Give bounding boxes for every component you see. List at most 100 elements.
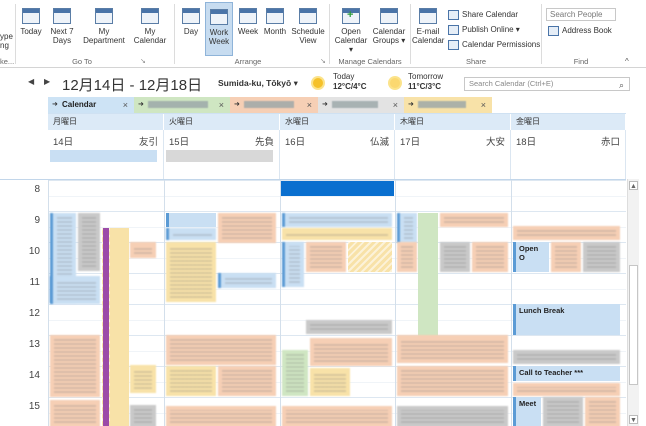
calendar-event[interactable]	[282, 406, 392, 426]
tab-close-icon[interactable]: ×	[219, 97, 224, 113]
view-month-button[interactable]: Month	[262, 2, 288, 56]
tab-close-icon[interactable]: ×	[307, 97, 312, 113]
calendar-event[interactable]	[306, 320, 392, 334]
calendar-event[interactable]	[310, 338, 392, 366]
search-calendar-input[interactable]: Search Calendar (Ctrl+E) ⌕	[464, 77, 630, 91]
calendar-event[interactable]	[282, 228, 392, 240]
calendar-event[interactable]	[397, 366, 508, 396]
calendar-event[interactable]	[397, 406, 508, 426]
event-open[interactable]: Open O	[513, 242, 549, 272]
calendar-event[interactable]	[585, 397, 620, 426]
calendar-event[interactable]	[50, 276, 100, 304]
address-book-button[interactable]: Address Book	[548, 25, 612, 37]
day-header-17[interactable]: 17日 大安	[395, 130, 511, 180]
ribbon-cut-group[interactable]: ype ng	[0, 2, 14, 56]
my-calendar-button[interactable]: My Calendar	[130, 2, 170, 56]
search-icon[interactable]: ⌕	[619, 79, 624, 91]
calendar-event[interactable]	[418, 213, 438, 337]
collapse-ribbon-icon[interactable]: ^	[625, 57, 629, 66]
tab-shared-calendar-1[interactable]: ➜ ×	[134, 97, 230, 113]
today-button[interactable]: Today	[17, 2, 45, 56]
tab-shared-calendar-2[interactable]: ➜ ×	[230, 97, 318, 113]
view-week-button[interactable]: Week	[235, 2, 261, 56]
tab-arrow-icon: ➜	[408, 101, 414, 108]
calendar-event[interactable]	[166, 366, 216, 396]
calendar-event[interactable]	[472, 242, 508, 272]
tab-shared-calendar-4[interactable]: ➜ ×	[404, 97, 492, 113]
calendar-event[interactable]	[218, 366, 276, 396]
calendar-event[interactable]	[543, 397, 583, 426]
calendar-event[interactable]	[583, 242, 620, 272]
selected-time-slot[interactable]	[281, 181, 394, 196]
calendar-groups-button[interactable]: Calendar Groups ▾	[371, 2, 407, 56]
calendar-event[interactable]	[282, 242, 304, 287]
calendar-event[interactable]	[513, 226, 620, 240]
day-header-16[interactable]: 16日 仏滅	[280, 130, 395, 180]
search-calendar-placeholder: Search Calendar (Ctrl+E)	[469, 79, 554, 88]
today-label: Today	[20, 27, 42, 36]
calendar-event[interactable]	[166, 335, 276, 365]
calendar-event[interactable]	[397, 213, 417, 243]
calendar-event[interactable]	[166, 213, 216, 227]
arrange-launcher-icon[interactable]: ↘	[320, 57, 326, 65]
calendar-event[interactable]	[50, 335, 100, 397]
share-calendar-button[interactable]: Share Calendar	[448, 9, 518, 21]
email-calendar-button[interactable]: E-mail Calendar	[412, 2, 444, 56]
calendar-event[interactable]	[513, 350, 620, 364]
calendar-event[interactable]	[348, 242, 392, 272]
calendar-event[interactable]	[310, 368, 350, 396]
day-header-18[interactable]: 18日 赤口	[511, 130, 626, 180]
calendar-event[interactable]	[130, 365, 156, 393]
previous-week-icon[interactable]: ◀	[28, 77, 34, 86]
event-meet[interactable]: Meet	[513, 397, 541, 426]
calendar-event[interactable]	[551, 242, 581, 272]
calendar-event[interactable]	[440, 213, 508, 227]
day-header-15[interactable]: 15日 先負	[164, 130, 280, 180]
calendar-event[interactable]	[282, 350, 308, 396]
calendar-event[interactable]	[218, 273, 276, 288]
view-work-week-button[interactable]: Work Week	[205, 2, 233, 56]
tab-calendar[interactable]: ➜ Calendar ×	[48, 97, 134, 113]
calendar-permissions-button[interactable]: Calendar Permissions	[448, 39, 540, 51]
calendar-event[interactable]	[166, 242, 216, 302]
calendar-event[interactable]	[166, 406, 276, 426]
calendar-event[interactable]	[110, 228, 129, 426]
vertical-scrollbar[interactable]: ▲ ▼	[627, 179, 639, 426]
calendar-event[interactable]	[306, 242, 346, 272]
tab-close-icon[interactable]: ×	[123, 97, 128, 113]
event-lunch-break[interactable]: Lunch Break	[513, 304, 620, 335]
half-hour-line	[48, 289, 626, 290]
open-calendar-button[interactable]: Open Calendar ▾	[332, 2, 370, 56]
calendar-event[interactable]	[50, 400, 100, 426]
calendar-event[interactable]	[218, 213, 276, 243]
all-day-event[interactable]	[50, 150, 157, 162]
calendar-event[interactable]	[103, 228, 109, 426]
tab-shared-calendar-3[interactable]: ➜ ×	[318, 97, 404, 113]
view-day-button[interactable]: Day	[178, 2, 204, 56]
calendar-event[interactable]	[166, 228, 216, 240]
scrollbar-thumb[interactable]	[629, 265, 638, 385]
calendar-event[interactable]	[513, 383, 620, 396]
schedule-view-button[interactable]: Schedule View	[289, 2, 327, 56]
scroll-down-icon[interactable]: ▼	[629, 415, 638, 424]
calendar-event[interactable]	[78, 213, 100, 271]
goto-launcher-icon[interactable]: ↘	[140, 57, 146, 65]
next-7-days-button[interactable]: Next 7 Days	[46, 2, 78, 56]
my-department-button[interactable]: My Department	[80, 2, 128, 56]
weather-location-dropdown[interactable]: Sumida-ku, Tōkyō ▾	[218, 78, 298, 89]
scroll-up-icon[interactable]: ▲	[629, 181, 638, 190]
calendar-event[interactable]	[397, 242, 417, 272]
calendar-event[interactable]	[130, 405, 156, 426]
calendar-event[interactable]	[440, 242, 470, 272]
all-day-event[interactable]	[166, 150, 273, 162]
event-call-to-teacher[interactable]: Call to Teacher ***	[513, 366, 620, 381]
publish-online-button[interactable]: Publish Online ▾	[448, 24, 520, 36]
day-header-14[interactable]: 14日 友引	[48, 130, 164, 180]
calendar-event[interactable]	[282, 213, 392, 227]
next-week-icon[interactable]: ▶	[44, 77, 50, 86]
calendar-event[interactable]	[130, 242, 156, 258]
tab-close-icon[interactable]: ×	[393, 97, 398, 113]
calendar-event[interactable]	[397, 335, 508, 363]
search-people-input[interactable]: Search People	[546, 8, 616, 21]
tab-close-icon[interactable]: ×	[481, 97, 486, 113]
